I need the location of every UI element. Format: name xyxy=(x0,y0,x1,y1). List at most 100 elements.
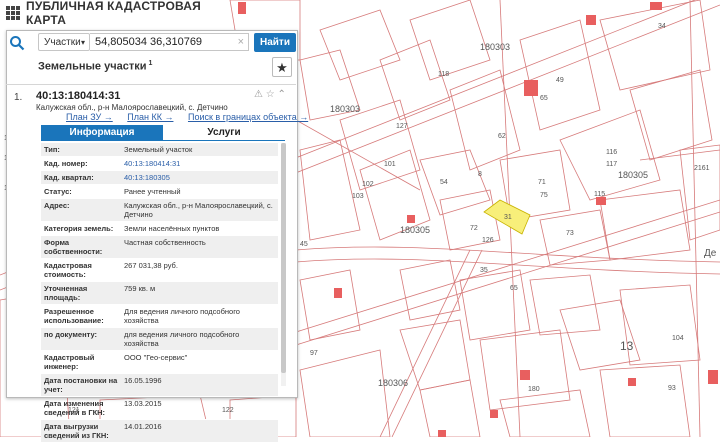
table-row: Адрес: Калужская обл., р-н Малоярославецк… xyxy=(41,199,278,222)
map-parcel-label: 62 xyxy=(498,133,506,140)
map-parcel-label: 31 xyxy=(504,214,512,221)
row-value: Для ведения личного подсобного хозяйства xyxy=(124,307,240,325)
table-row: Категория земель: Земли населённых пункто… xyxy=(41,222,278,236)
table-row: Разрешенное использование: Для ведения ли… xyxy=(41,305,278,328)
row-label: Дата постановки на учет: xyxy=(44,376,118,394)
map-parcel-label: 102 xyxy=(362,181,374,188)
table-row: Тип: Земельный участок xyxy=(41,143,278,157)
row-value[interactable]: 40:13:180414:31 xyxy=(121,157,278,170)
map-parcel-label: 65 xyxy=(510,285,518,292)
clear-icon[interactable]: × xyxy=(238,34,244,51)
map-parcel-label: 49 xyxy=(556,77,564,84)
map-parcel-label: 65 xyxy=(540,95,548,102)
map-parcel-label: 8 xyxy=(478,171,482,178)
search-bar: Участки ▾ 54,805034 36,310769 × Найти xyxy=(6,33,296,53)
parcel-cad-number: 40:13:180414:31 xyxy=(36,90,121,102)
star-icon[interactable]: ★ xyxy=(272,57,292,77)
row-value: 16.05.1996 xyxy=(124,376,162,385)
table-row: Статус: Ранее учтенный xyxy=(41,185,278,199)
section-title: Земельные участки 1 xyxy=(38,60,153,73)
map-parcel-label: 115 xyxy=(594,191,605,198)
parcel-links: План ЗУ → План КК → Поиск в границах объ… xyxy=(66,112,320,122)
map-parcel-label: Де xyxy=(704,248,717,259)
app-header: ПУБЛИЧНАЯ КАДАСТРОВАЯ КАРТА xyxy=(0,0,210,27)
row-value: 13.03.2015 xyxy=(124,399,162,408)
table-row: Кад. квартал: 40:13:180305 xyxy=(41,171,278,185)
parcel-info-table: Тип: Земельный участок Кад. номер: 40:13:18… xyxy=(41,143,278,443)
map-parcel-label: 126 xyxy=(482,237,494,244)
menu-grid-icon[interactable] xyxy=(6,6,20,20)
row-value: Земли населённых пунктов xyxy=(124,224,220,233)
row-label: Разрешенное использование: xyxy=(44,307,104,325)
map-parcel-label: 116 xyxy=(606,149,617,156)
map-parcel-label: 72 xyxy=(470,225,478,232)
row-label: Кад. квартал: xyxy=(44,173,94,182)
search-input[interactable]: 54,805034 36,310769 × xyxy=(90,33,249,51)
app-title: ПУБЛИЧНАЯ КАДАСТРОВАЯ КАРТА xyxy=(26,0,201,27)
scrollbar[interactable] xyxy=(281,143,286,386)
map-label-quarter: 180303 xyxy=(330,104,360,114)
parcel-index: 1. xyxy=(14,92,23,103)
row-value: для ведения личного подсобного хозяйства xyxy=(124,330,240,348)
map-label-quarter: 180306 xyxy=(378,378,408,388)
row-label: Категория земель: xyxy=(44,224,114,233)
row-value: 759 кв. м xyxy=(124,284,156,293)
map-parcel-label: 35 xyxy=(480,267,488,274)
tab-info[interactable]: Информация xyxy=(41,125,163,141)
map-label-quarter: 180303 xyxy=(480,42,510,52)
search-in-bounds-link[interactable]: Поиск в границах объекта → xyxy=(188,112,308,122)
row-value: Калужская обл., р-н Малоярославецкий, с.… xyxy=(124,201,273,219)
map-parcel-label: 117 xyxy=(606,161,617,168)
row-value: 267 031,38 руб. xyxy=(124,261,178,270)
table-row: Кад. номер: 40:13:180414:31 xyxy=(41,157,278,171)
map-parcel-label: 73 xyxy=(566,230,574,237)
plan-zu-link[interactable]: План ЗУ → xyxy=(66,112,113,122)
row-label: Уточненная площадь: xyxy=(44,284,88,302)
map-parcel-label: 13 xyxy=(620,339,634,353)
parcel-tabs: Информация Услуги xyxy=(41,125,285,141)
row-label: Кад. номер: xyxy=(44,159,88,168)
row-value: 14.01.2016 xyxy=(124,422,162,431)
row-label: по документу: xyxy=(44,330,98,339)
table-row: по документу: для ведения личного подсобн… xyxy=(41,328,278,351)
parcel-address: Калужская обл., р-н Малоярославецкий, с.… xyxy=(36,103,228,112)
map-parcel-label: 104 xyxy=(672,335,684,342)
row-label: Статус: xyxy=(44,187,72,196)
table-row: Дата выгрузки сведений из ГКН: 14.01.2016 xyxy=(41,420,278,443)
table-row: Кадастровый инженер: ООО "Гео-сервис" xyxy=(41,351,278,374)
map-parcel-label: 71 xyxy=(538,179,546,186)
table-row: Дата изменения сведений в ГКН: 13.03.2015 xyxy=(41,397,278,420)
map-parcel-label: 180 xyxy=(528,386,540,393)
object-type-select[interactable]: Участки ▾ xyxy=(38,33,90,51)
row-label: Кадастровая стоимость: xyxy=(44,261,92,279)
search-icon[interactable] xyxy=(9,35,25,51)
plan-kk-link[interactable]: План КК → xyxy=(127,112,173,122)
map-parcel-label: 97 xyxy=(310,350,318,357)
table-row: Форма собственности: Частная собственност… xyxy=(41,236,278,259)
tab-services[interactable]: Услуги xyxy=(163,125,285,141)
warning-icon: ⚠ ☆ ⌃ xyxy=(254,89,286,100)
row-value: Частная собственность xyxy=(124,238,206,247)
map-parcel-label: 34 xyxy=(658,23,666,30)
find-button[interactable]: Найти xyxy=(254,33,296,52)
row-label: Тип: xyxy=(44,145,60,154)
map-parcel-label: 101 xyxy=(384,161,396,168)
row-label: Адрес: xyxy=(44,201,70,210)
map-label-quarter: 180305 xyxy=(400,225,430,235)
object-type-value: Участки xyxy=(44,37,81,48)
row-value: Земельный участок xyxy=(124,145,193,154)
map-label-quarter: 180305 xyxy=(618,170,648,180)
table-row: Уточненная площадь: 759 кв. м xyxy=(41,282,278,305)
map-parcel-label: 45 xyxy=(300,241,308,248)
table-row: Кадастровая стоимость: 267 031,38 руб. xyxy=(41,259,278,282)
section-header: Земельные участки 1 ★ xyxy=(6,54,296,85)
map-parcel-label: 75 xyxy=(540,192,548,199)
row-label: Кадастровый инженер: xyxy=(44,353,95,371)
map-parcel-label: 2161 xyxy=(694,165,710,172)
map-parcel-label: 127 xyxy=(396,123,408,130)
row-label: Дата изменения сведений в ГКН: xyxy=(44,399,106,417)
map-parcel-label: 103 xyxy=(352,193,364,200)
map-parcel-label: 93 xyxy=(668,385,676,392)
row-value[interactable]: 40:13:180305 xyxy=(121,171,278,184)
scrollbar-thumb[interactable] xyxy=(281,143,286,373)
